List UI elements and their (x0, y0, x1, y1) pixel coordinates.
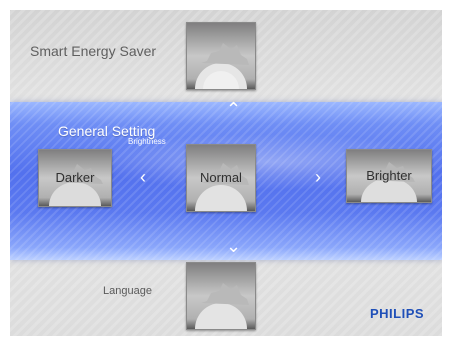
chevron-right-icon[interactable]: › (315, 168, 321, 186)
smart-energy-saver-label: Smart Energy Saver (30, 43, 157, 59)
brightness-subtitle: Brightness (128, 137, 166, 146)
chevron-down-icon[interactable]: ⌄ (226, 237, 241, 255)
chevron-left-icon[interactable]: ‹ (140, 168, 146, 186)
brighter-label: Brighter (366, 167, 412, 183)
darker-label: Darker (55, 169, 95, 185)
smart-energy-saver-tile[interactable] (186, 22, 256, 90)
brightness-option-brighter[interactable]: Brighter (346, 149, 432, 203)
language-tile[interactable] (186, 262, 256, 330)
philips-logo: PHILIPS (370, 306, 425, 321)
osd-menu: Smart Energy Saver ⌃ General Setting Bri… (10, 10, 442, 336)
brightness-option-normal[interactable]: Normal (186, 144, 256, 212)
language-label: Language (103, 285, 152, 297)
gear-icon (195, 43, 249, 89)
normal-label: Normal (200, 169, 242, 185)
brightness-option-darker[interactable]: Darker (38, 149, 112, 207)
gear-icon (195, 283, 249, 329)
chevron-up-icon[interactable]: ⌃ (226, 100, 241, 118)
